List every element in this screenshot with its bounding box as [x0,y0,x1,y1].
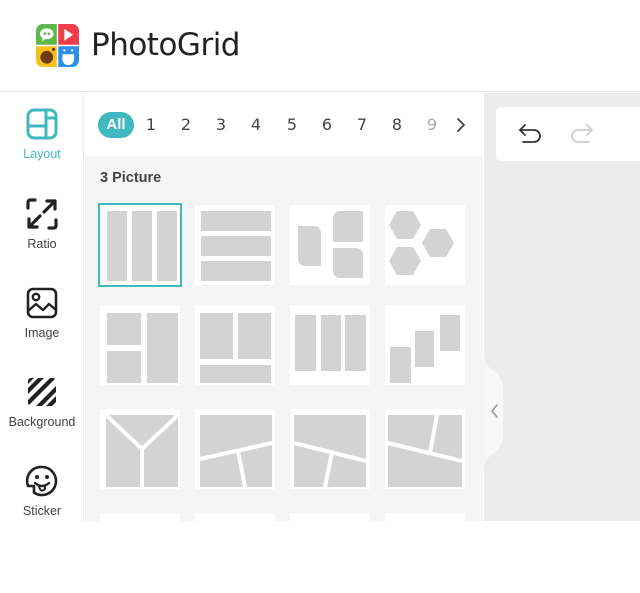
sticker-icon [25,465,58,497]
redo-icon[interactable] [568,120,596,148]
sidebar-item-label: Image [24,326,60,340]
section-title: 3 Picture [100,170,162,186]
layout-template-partial[interactable] [290,513,370,593]
sidebar-item-background[interactable]: Background [0,375,84,429]
tab-all[interactable]: All [98,112,134,138]
layout-template-three-columns-short[interactable] [290,305,370,385]
tab-7[interactable]: 7 [353,112,371,138]
layout-template-tilted-top-split[interactable] [195,409,275,489]
tab-9[interactable]: 9 [423,112,441,138]
tab-2[interactable]: 2 [177,112,195,138]
brand-name: PhotoGrid [91,27,241,63]
ratio-expand-icon [26,198,58,230]
sidebar-item-sticker[interactable]: Sticker [0,464,84,518]
app-header: PhotoGrid [0,0,640,92]
layout-template-two-top-one-bottom[interactable] [195,305,275,385]
layout-template-tilted-bottom-split[interactable] [290,409,370,489]
picture-count-tabs: All 1 2 3 4 5 6 7 8 9 [85,93,483,156]
sidebar: Layout Ratio Image Background Sticker [0,93,84,521]
layout-template-partial[interactable] [385,513,465,593]
edit-toolbar [496,107,640,161]
tab-1[interactable]: 1 [142,112,160,138]
layout-template-three-hexagons[interactable] [385,205,465,285]
layout-template-tilted-top-right-split[interactable] [385,409,465,489]
tab-8[interactable]: 8 [388,112,406,138]
sidebar-item-label: Ratio [27,237,57,251]
tab-5[interactable]: 5 [283,112,301,138]
sidebar-item-label: Background [8,415,76,429]
collapse-panel-handle[interactable] [483,352,509,472]
image-icon [26,287,58,319]
background-stripes-icon [28,378,56,406]
photogrid-logo-icon [36,24,79,67]
layout-template-staircase[interactable] [385,305,465,385]
layout-icon [26,108,58,140]
layout-template-three-rows[interactable] [195,205,275,285]
layout-template-two-left-one-right[interactable] [100,305,180,385]
tab-3[interactable]: 3 [212,112,230,138]
chevron-right-icon[interactable] [451,112,471,138]
sidebar-item-layout[interactable]: Layout [0,107,84,161]
layout-panel: All 1 2 3 4 5 6 7 8 9 3 Picture [85,93,483,593]
layout-template-partial[interactable] [195,513,275,593]
tab-4[interactable]: 4 [247,112,265,138]
undo-icon[interactable] [516,120,544,148]
sidebar-item-label: Layout [23,147,61,161]
sidebar-item-label: Sticker [22,504,62,518]
tab-6[interactable]: 6 [318,112,336,138]
layout-template-partial[interactable] [100,513,180,593]
layout-template-rounded-three[interactable] [290,205,370,285]
sidebar-item-image[interactable]: Image [0,286,84,340]
layout-template-y-split[interactable] [100,409,180,489]
sidebar-item-ratio[interactable]: Ratio [0,197,84,251]
layout-template-three-columns[interactable] [98,203,182,287]
